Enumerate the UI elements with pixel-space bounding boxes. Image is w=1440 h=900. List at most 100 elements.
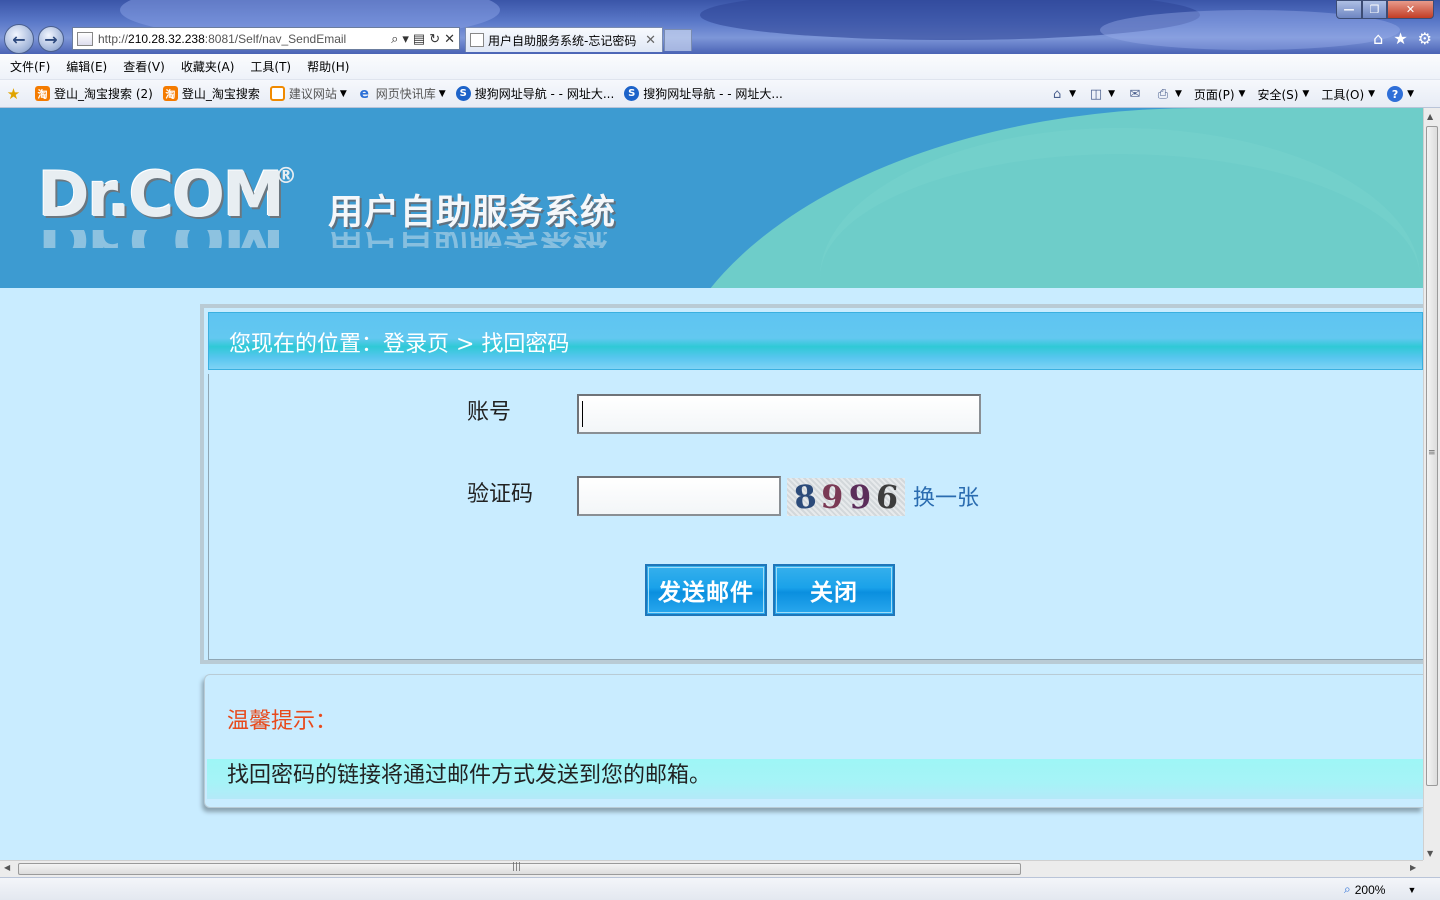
zoom-icon: ⌕ bbox=[1344, 882, 1351, 896]
send-email-button[interactable]: 发送邮件 bbox=[645, 564, 767, 616]
drcom-logo: Dr.COM bbox=[38, 158, 285, 231]
forward-button[interactable]: → bbox=[38, 26, 64, 52]
favorites-bar: ★ 淘登山_淘宝搜索 (2) 淘登山_淘宝搜索 建议网站 ▼ e 网页快讯库 ▼ S搜… bbox=[0, 80, 1440, 108]
vertical-scrollbar[interactable]: ▲ ≡ ▼ bbox=[1423, 108, 1440, 860]
reset-password-form: 账号 验证码 8 9 9 6 换一张 发送邮件 关闭 bbox=[208, 374, 1423, 660]
fav-sogou-1[interactable]: S 搜狗网址导航 - - 网址大... bbox=[455, 85, 614, 102]
captcha-digit: 9 bbox=[847, 477, 872, 517]
home-icon: ⌂ bbox=[1053, 86, 1062, 102]
reset-password-panel: 您现在的位置：登录页 > 找回密码 账号 验证码 8 9 9 6 换一张 发送邮… bbox=[200, 304, 1423, 664]
dropdown-caret-icon[interactable]: ▾ bbox=[402, 31, 409, 47]
menu-favorites[interactable]: 收藏夹(A) bbox=[181, 58, 235, 75]
rss-icon: ◫ bbox=[1089, 86, 1103, 102]
fav-sogou-2[interactable]: S 搜狗网址导航 - - 网址大... bbox=[624, 85, 783, 102]
ie-icon: e bbox=[359, 85, 370, 102]
system-title-reflection: 用户自助服务系统 bbox=[328, 232, 608, 248]
close-tab-icon[interactable]: ✕ bbox=[639, 33, 662, 48]
back-button[interactable]: ← bbox=[4, 24, 34, 54]
home-button[interactable]: ⌂ ▼ bbox=[1049, 86, 1076, 102]
registered-mark: ® bbox=[275, 164, 297, 189]
home-icon[interactable]: ⌂ bbox=[1373, 29, 1383, 48]
captcha-digit: 8 bbox=[791, 476, 818, 518]
window-titlebar: ← → http://210.28.32.238:8081/Self/nav_S… bbox=[0, 0, 1440, 54]
captcha-digit: 9 bbox=[819, 477, 845, 517]
suggested-sites-icon bbox=[269, 86, 285, 101]
stop-icon[interactable]: ✕ bbox=[444, 31, 455, 47]
feeds-button[interactable]: ◫ ▼ bbox=[1088, 86, 1115, 102]
close-window-button[interactable]: ✕ bbox=[1387, 0, 1434, 19]
help-button[interactable]: ? ▼ bbox=[1387, 86, 1414, 102]
safety-menu[interactable]: 安全(S) ▼ bbox=[1257, 86, 1309, 103]
logo-reflection: Dr.COM bbox=[38, 230, 283, 248]
scroll-right-icon[interactable]: ▶ bbox=[1410, 863, 1416, 872]
menu-file[interactable]: 文件(F) bbox=[10, 58, 50, 75]
close-button[interactable]: 关闭 bbox=[773, 564, 895, 616]
chevron-down-icon: ▼ bbox=[438, 88, 446, 99]
breadcrumb: 您现在的位置：登录页 > 找回密码 bbox=[229, 332, 570, 357]
printer-icon: ⎙ bbox=[1157, 86, 1169, 102]
scroll-down-icon[interactable]: ▼ bbox=[1427, 849, 1433, 858]
account-input[interactable] bbox=[577, 394, 981, 434]
compatibility-view-icon[interactable]: ▤ bbox=[413, 31, 425, 47]
menu-edit[interactable]: 编辑(E) bbox=[66, 58, 107, 75]
system-title: 用户自助服务系统 bbox=[328, 193, 617, 233]
header-banner: Dr.COM ® Dr.COM 用户自助服务系统 用户自助服务系统 bbox=[0, 108, 1423, 288]
taobao-icon: 淘 bbox=[35, 86, 50, 101]
scroll-up-icon[interactable]: ▲ bbox=[1427, 112, 1433, 121]
forward-arrow-icon: → bbox=[44, 29, 58, 49]
fav-taobao-2[interactable]: 淘登山_淘宝搜索 bbox=[162, 85, 260, 102]
captcha-input[interactable] bbox=[577, 476, 781, 516]
help-icon: ? bbox=[1387, 86, 1404, 102]
menu-tools[interactable]: 工具(T) bbox=[250, 58, 291, 75]
tip-panel: 温馨提示： 找回密码的链接将通过邮件方式发送到您的邮箱。 bbox=[204, 674, 1423, 808]
tip-title: 温馨提示： bbox=[227, 709, 338, 734]
page-icon bbox=[77, 31, 93, 46]
scroll-left-icon[interactable]: ◀ bbox=[4, 863, 10, 872]
sogou-icon: S bbox=[624, 86, 640, 101]
fav-web-slice[interactable]: e 网页快讯库 ▼ bbox=[357, 85, 446, 102]
print-button[interactable]: ⎙ ▼ bbox=[1155, 86, 1182, 102]
tab-title: 用户自助服务系统-忘记密码 bbox=[488, 33, 637, 48]
tools-menu[interactable]: 工具(O) ▼ bbox=[1321, 86, 1375, 103]
chevron-down-icon: ▼ bbox=[339, 88, 347, 99]
command-bar: ⌂ ▼ ◫ ▼ ✉ ⎙ ▼ 页面(P) ▼ 安全(S) ▼ 工具(O) ▼ ? ▼ bbox=[1037, 80, 1414, 108]
page-viewport: Dr.COM ® Dr.COM 用户自助服务系统 用户自助服务系统 您现在的位置… bbox=[0, 108, 1423, 860]
text-cursor bbox=[582, 401, 583, 427]
zoom-level: 200% bbox=[1354, 882, 1386, 897]
favorites-button[interactable]: ★ bbox=[6, 84, 25, 103]
tab-current[interactable]: 用户自助服务系统-忘记密码 ✕ bbox=[465, 27, 663, 52]
zoom-control[interactable]: ⌕ 200% ▼ bbox=[1344, 882, 1416, 897]
favorites-star-icon: ★ bbox=[6, 84, 21, 103]
minimize-button[interactable]: — bbox=[1336, 0, 1362, 19]
page-menu[interactable]: 页面(P) ▼ bbox=[1194, 86, 1246, 103]
menu-help[interactable]: 帮助(H) bbox=[307, 58, 349, 75]
panel-header: 您现在的位置：登录页 > 找回密码 bbox=[208, 312, 1423, 370]
favorites-star-icon[interactable]: ★ bbox=[1393, 29, 1407, 48]
captcha-digit: 6 bbox=[874, 477, 900, 517]
fav-suggested-sites[interactable]: 建议网站 ▼ bbox=[269, 85, 347, 102]
account-label: 账号 bbox=[467, 400, 512, 425]
horizontal-scrollbar[interactable]: ◀ ||| ▶ bbox=[0, 860, 1423, 877]
search-icon[interactable]: ⌕ bbox=[391, 31, 398, 47]
menu-view[interactable]: 查看(V) bbox=[123, 58, 165, 75]
address-bar[interactable]: http://210.28.32.238:8081/Self/nav_SendE… bbox=[72, 27, 460, 50]
taobao-icon: 淘 bbox=[162, 86, 178, 101]
refresh-captcha-link[interactable]: 换一张 bbox=[913, 480, 979, 512]
captcha-label: 验证码 bbox=[467, 482, 534, 507]
fav-taobao-1[interactable]: 淘登山_淘宝搜索 (2) bbox=[35, 85, 153, 102]
tip-body: 找回密码的链接将通过邮件方式发送到您的邮箱。 bbox=[207, 759, 1423, 799]
chevron-down-icon: ▼ bbox=[1407, 884, 1417, 895]
captcha-image: 8 9 9 6 bbox=[787, 476, 905, 518]
status-bar: ⌕ 200% ▼ bbox=[0, 877, 1440, 900]
sogou-icon: S bbox=[455, 86, 471, 101]
url-text[interactable]: http://210.28.32.238:8081/Self/nav_SendE… bbox=[98, 32, 391, 46]
mail-button[interactable]: ✉ bbox=[1127, 86, 1143, 102]
tab-page-icon bbox=[470, 33, 484, 47]
menu-bar: 文件(F) 编辑(E) 查看(V) 收藏夹(A) 工具(T) 帮助(H) bbox=[0, 54, 1440, 80]
refresh-icon[interactable]: ↻ bbox=[429, 31, 440, 47]
gear-icon[interactable]: ⚙ bbox=[1418, 29, 1432, 48]
back-arrow-icon: ← bbox=[12, 29, 26, 49]
maximize-button[interactable]: ❐ bbox=[1362, 0, 1387, 19]
mail-icon: ✉ bbox=[1129, 86, 1141, 102]
new-tab-button[interactable] bbox=[664, 29, 692, 51]
